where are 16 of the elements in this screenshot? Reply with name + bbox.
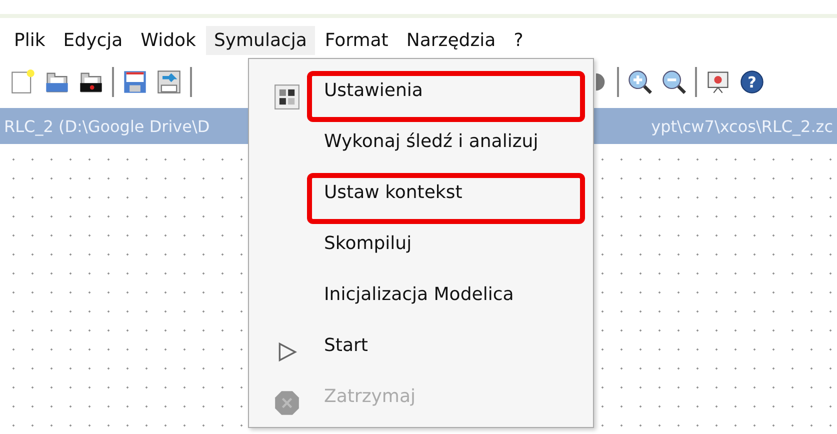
menu-bar-item[interactable]: Edycja	[55, 26, 131, 54]
window-title: RLC_2 (D:\Google Drive\D	[3, 116, 211, 136]
menu-bar-item[interactable]: Symulacja	[206, 26, 315, 54]
menu-item[interactable]: Start	[307, 326, 585, 377]
menu-item[interactable]: Ustaw kontekst	[307, 173, 585, 224]
menu-bar-item[interactable]: Format	[316, 26, 396, 54]
menu-bar-item[interactable]: Narzędzia	[398, 26, 504, 54]
menu-bar-item[interactable]: Widok	[132, 26, 204, 54]
menu-bar-item[interactable]: Plik	[6, 26, 54, 54]
menu-item[interactable]: Wykonaj śledź i analizuj	[307, 122, 585, 173]
help-icon[interactable]: ?	[739, 69, 765, 95]
menu-item[interactable]: Skompiluj	[307, 224, 585, 275]
menu-item[interactable]: Ustawienia	[307, 71, 585, 122]
window-title: ypt\cw7\xcos\RLC_2.zc	[650, 116, 834, 136]
menu-item[interactable]: Inicjalizacja Modelica	[307, 275, 585, 326]
menu-bar-item[interactable]: ?	[506, 26, 532, 54]
